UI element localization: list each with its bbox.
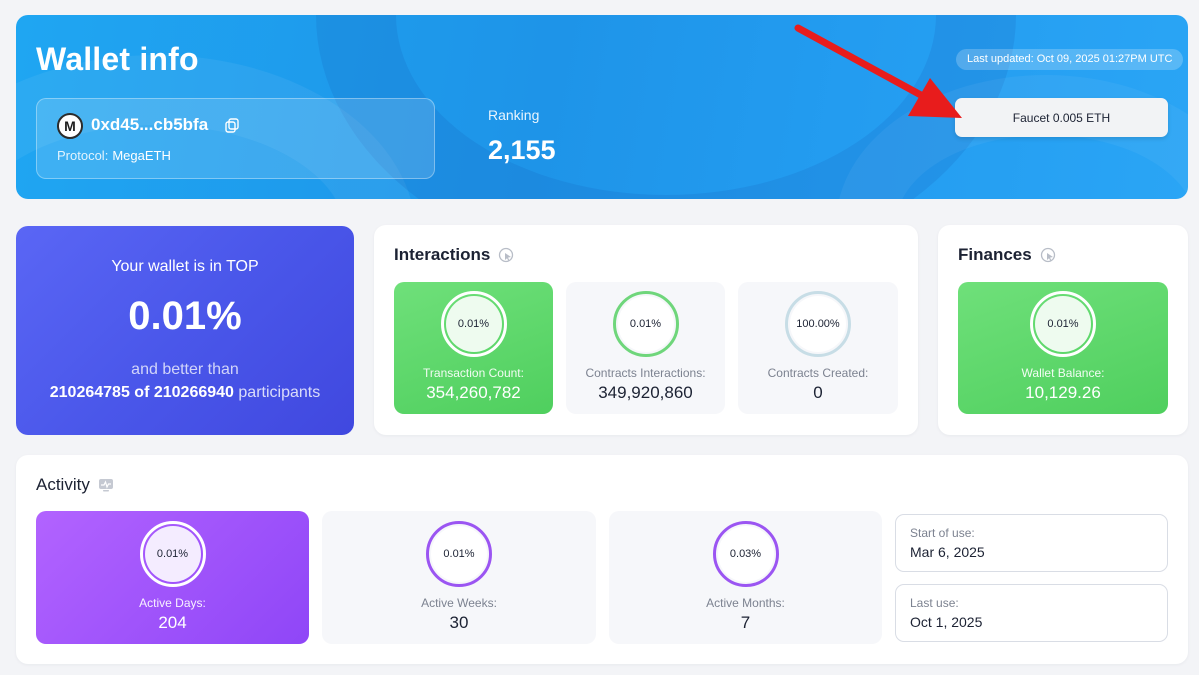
- percent-ring-value: 0.01%: [1035, 296, 1091, 352]
- red-arrow-annotation-icon: [794, 24, 962, 118]
- percent-ring: 0.01%: [440, 291, 507, 357]
- protocol-label: Protocol:: [57, 148, 109, 163]
- stat-label: Contracts Interactions:: [585, 366, 706, 380]
- last-use-box: Last use: Oct 1, 2025: [895, 584, 1168, 642]
- top-heading: Your wallet is in TOP: [111, 258, 259, 275]
- last-use-value: Oct 1, 2025: [910, 614, 983, 630]
- percent-ring: 0.03%: [712, 521, 779, 587]
- activity-panel: Activity 0.01% Active Days: 204 0.01% Active…: [16, 455, 1188, 664]
- stat-tile: 100.00% Contracts Created: 0: [738, 282, 898, 414]
- stat-value: 354,260,782: [426, 383, 521, 402]
- cursor-click-icon: [499, 247, 514, 263]
- faucet-button[interactable]: Faucet 0.005 ETH: [955, 98, 1168, 137]
- cursor-click-icon: [1040, 247, 1055, 263]
- stat-tile: 0.01% Contracts Interactions: 349,920,860: [566, 282, 725, 414]
- stat-tile: 0.01% Transaction Count: 354,260,782: [394, 282, 553, 414]
- finances-title: Finances: [958, 245, 1056, 265]
- start-of-use-label: Start of use:: [910, 526, 975, 540]
- page-title: Wallet info: [36, 41, 199, 77]
- stat-value: 10,129.26: [1025, 383, 1101, 402]
- interactions-title-text: Interactions: [394, 245, 491, 264]
- stat-value: 0: [813, 383, 823, 402]
- stat-tile: 0.01% Active Weeks: 30: [322, 511, 596, 644]
- better-than-text: and better than: [131, 361, 239, 378]
- activity-title: Activity: [36, 475, 114, 495]
- stat-label: Contracts Created:: [767, 366, 869, 380]
- stat-value: 30: [449, 613, 469, 632]
- percent-ring: 0.01%: [139, 521, 206, 587]
- start-of-use-value: Mar 6, 2025: [910, 544, 985, 560]
- stat-value: 204: [158, 613, 187, 632]
- interactions-title: Interactions: [394, 245, 514, 265]
- wallet-header: Wallet info M 0xd45...cb5bfa Protocol: Me…: [16, 15, 1188, 199]
- address-card: M 0xd45...cb5bfa Protocol: MegaETH: [36, 98, 435, 179]
- start-of-use-box: Start of use: Mar 6, 2025: [895, 514, 1168, 572]
- percent-ring: 0.01%: [426, 521, 492, 587]
- top-percent: 0.01%: [128, 294, 242, 338]
- stat-tile: 0.01% Wallet Balance: 10,129.26: [958, 282, 1168, 414]
- stat-tile: 0.03% Active Months: 7: [609, 511, 882, 644]
- last-updated-badge: Last updated: Oct 09, 2025 01:27PM UTC: [956, 49, 1184, 70]
- ranking-label: Ranking: [488, 107, 540, 123]
- percent-ring-value: 0.01%: [144, 526, 201, 582]
- participants-text: 210264785 of 210266940 participants: [16, 384, 354, 402]
- activity-monitor-icon: [98, 479, 113, 492]
- of-word: of: [134, 384, 150, 401]
- percent-ring-value: 0.01%: [617, 296, 674, 352]
- percent-ring-value: 0.01%: [431, 526, 487, 582]
- activity-title-text: Activity: [36, 475, 90, 494]
- protocol-line: Protocol: MegaETH: [57, 148, 171, 163]
- stat-value: 349,920,860: [598, 383, 693, 402]
- percent-ring-value: 0.01%: [445, 296, 502, 352]
- percent-ring: 0.01%: [612, 291, 679, 357]
- percent-ring-value: 0.03%: [717, 526, 774, 582]
- finances-title-text: Finances: [958, 245, 1032, 264]
- stat-label: Active Weeks:: [421, 596, 497, 610]
- percent-ring: 100.00%: [785, 291, 851, 357]
- stat-label: Wallet Balance:: [1021, 366, 1105, 380]
- ranking-value: 2,155: [488, 135, 556, 165]
- participants-word: participants: [238, 384, 321, 401]
- interactions-panel: Interactions 0.01% Transaction Count: 354,…: [374, 225, 918, 435]
- stat-label: Transaction Count:: [423, 366, 524, 380]
- megaeth-logo-icon: M: [57, 113, 83, 139]
- stat-value: 7: [740, 613, 751, 632]
- better-count: 210264785: [49, 384, 130, 401]
- last-use-label: Last use:: [910, 596, 959, 610]
- top-rank-card: Your wallet is in TOP 0.01% and better t…: [16, 226, 354, 435]
- percent-ring: 0.01%: [1030, 291, 1096, 357]
- stat-label: Active Days:: [139, 596, 206, 610]
- percent-ring-value: 100.00%: [790, 296, 846, 352]
- finances-panel: Finances 0.01% Wallet Balance: 10,129.26: [938, 225, 1188, 435]
- protocol-value: MegaETH: [112, 148, 171, 163]
- stat-label: Active Months:: [706, 596, 785, 610]
- copy-icon[interactable]: [225, 118, 239, 133]
- total-count: 210266940: [153, 384, 234, 401]
- stat-tile: 0.01% Active Days: 204: [36, 511, 309, 644]
- wallet-address: 0xd45...cb5bfa: [91, 115, 209, 134]
